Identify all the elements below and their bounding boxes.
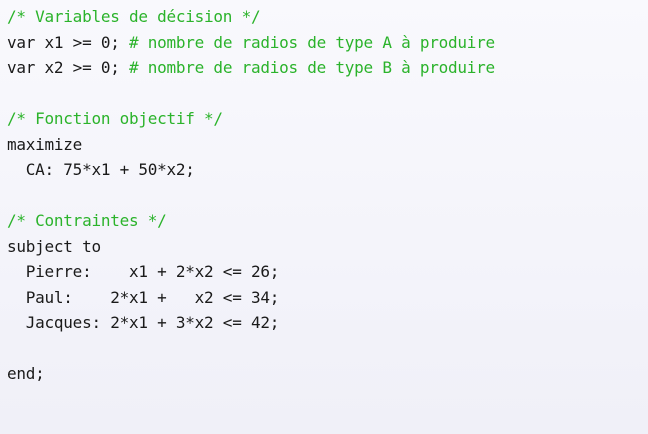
code-line: Jacques: 2*x1 + 3*x2 <= 42;	[7, 310, 648, 336]
code-comment: /* Variables de décision */	[7, 7, 261, 26]
code-text: subject to	[7, 236, 101, 256]
code-listing: /* Variables de décision */ var x1 >= 0;…	[0, 0, 648, 434]
code-line: CA: 75*x1 + 50*x2;	[7, 157, 648, 183]
code-line: /* Fonction objectif */	[7, 106, 648, 132]
code-text: maximize	[7, 134, 83, 154]
code-text: end;	[7, 364, 45, 383]
code-line: Pierre: x1 + 2*x2 <= 26;	[7, 259, 648, 285]
code-line: /* Variables de décision */	[7, 4, 648, 30]
code-text: CA: 75*x1 + 50*x2;	[7, 160, 195, 179]
code-comment: /* Fonction objectif */	[7, 109, 223, 128]
code-line: subject to	[7, 234, 648, 260]
code-text: Paul: 2*x1 + x2 <= 34;	[7, 287, 280, 307]
code-line: /* Contraintes */	[7, 208, 648, 234]
code-line: var x1 >= 0; # nombre de radios de type …	[7, 30, 648, 56]
code-line: Paul: 2*x1 + x2 <= 34;	[7, 285, 648, 311]
code-text: var x1 >= 0;	[7, 32, 129, 52]
code-comment: # nombre de radios de type A à produire	[128, 32, 495, 52]
code-line: maximize	[7, 132, 648, 158]
code-line: end;	[7, 361, 648, 387]
code-text: var x2 >= 0;	[7, 58, 129, 77]
code-comment: /* Contraintes */	[7, 211, 167, 230]
code-comment: # nombre de radios de type B à produire	[128, 58, 495, 77]
code-text: Pierre: x1 + 2*x2 <= 26;	[7, 262, 280, 281]
code-line: var x2 >= 0; # nombre de radios de type …	[7, 55, 648, 81]
code-text: Jacques: 2*x1 + 3*x2 <= 42;	[7, 313, 280, 332]
